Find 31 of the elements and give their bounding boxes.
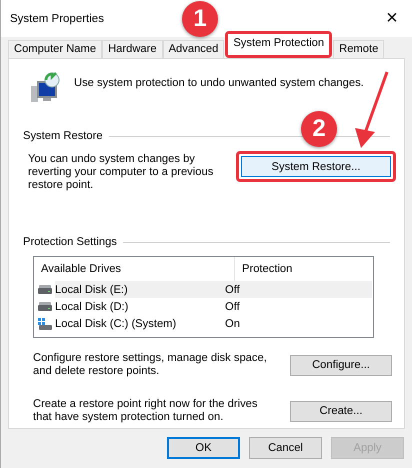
system-restore-button[interactable]: System Restore...: [241, 156, 391, 177]
tab[interactable]: Computer Name: [8, 40, 102, 58]
dialog-button[interactable]: OK: [167, 437, 240, 459]
computer-restore-icon: [31, 72, 61, 104]
protection-status: Off: [224, 284, 240, 296]
drive-name: Local Disk (C:) (System): [55, 318, 176, 330]
dialog-button[interactable]: Cancel: [249, 437, 322, 459]
action-description: Configure restore settings, manage disk space, and delete restore points.: [33, 352, 268, 378]
tab[interactable]: Hardware: [102, 40, 163, 58]
tab[interactable]: Advanced: [162, 40, 224, 58]
drive-icon: [38, 302, 52, 311]
drive-name: Local Disk (D:): [55, 300, 128, 312]
protection-status: On: [224, 318, 240, 330]
group-title: System Restore: [23, 130, 103, 142]
drive-name: Local Disk (E:): [55, 284, 128, 296]
system-drive-icon: [38, 318, 52, 330]
intro-text: Use system protection to undo unwanted system changes.: [74, 77, 364, 89]
tab[interactable]: Remote: [333, 40, 384, 58]
description-text: You can undo system changes by reverting your computer to a previous restore point.: [28, 153, 214, 192]
tab[interactable]: System Protection: [228, 34, 330, 55]
action-button[interactable]: Create...: [290, 400, 392, 422]
list-row[interactable]: Local Disk (D:) Off: [55, 298, 372, 315]
action-button[interactable]: Configure...: [290, 354, 392, 376]
protection-status: Off: [224, 300, 240, 312]
group-title: Protection Settings: [23, 236, 117, 248]
window-title: System Properties: [10, 12, 104, 24]
list-row[interactable]: Local Disk (C:) (System) On: [55, 315, 372, 332]
column-header[interactable]: Protection: [235, 257, 292, 281]
drive-icon: [38, 285, 52, 294]
close-button[interactable]: ×: [380, 7, 404, 30]
action-description: Create a restore point right now for the drives that have system protection turned on.: [33, 398, 258, 424]
